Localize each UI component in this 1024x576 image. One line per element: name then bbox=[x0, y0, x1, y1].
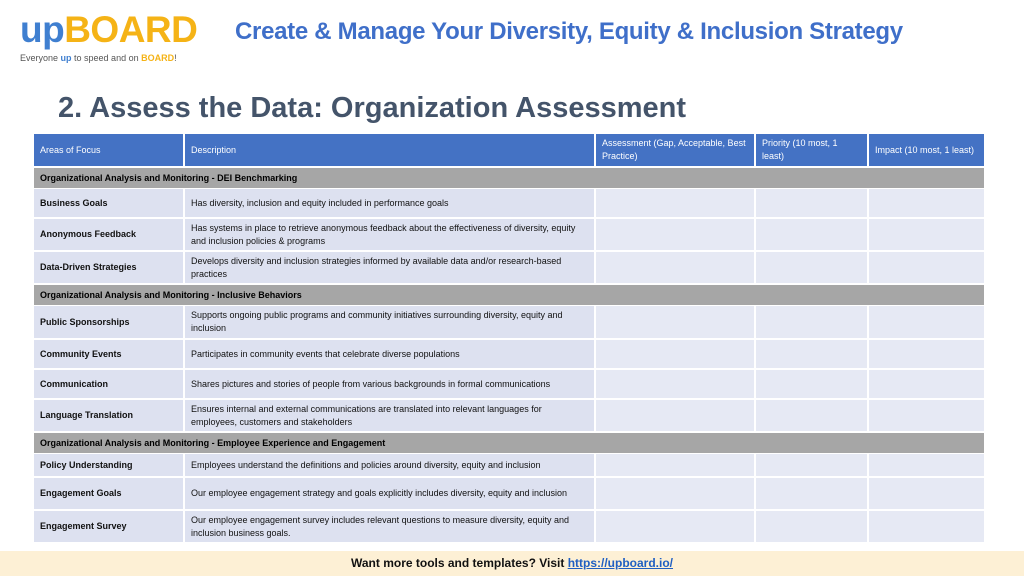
assessment-cell[interactable] bbox=[596, 252, 756, 285]
impact-cell[interactable] bbox=[869, 400, 986, 433]
description-cell: Our employee engagement strategy and goa… bbox=[185, 478, 596, 511]
area-cell: Anonymous Feedback bbox=[34, 219, 185, 252]
table-row: Engagement Goals Our employee engagement … bbox=[34, 478, 986, 511]
impact-cell[interactable] bbox=[869, 454, 986, 478]
section-row: Organizational Analysis and Monitoring -… bbox=[34, 285, 986, 306]
table-row: Engagement Survey Our employee engagement… bbox=[34, 511, 986, 544]
area-cell: Language Translation bbox=[34, 400, 185, 433]
impact-cell[interactable] bbox=[869, 340, 986, 370]
description-cell: Ensures internal and external communicat… bbox=[185, 400, 596, 433]
description-cell: Supports ongoing public programs and com… bbox=[185, 306, 596, 340]
assessment-cell[interactable] bbox=[596, 340, 756, 370]
table-row: Data-Driven Strategies Develops diversity… bbox=[34, 252, 986, 285]
description-cell: Has systems in place to retrieve anonymo… bbox=[185, 219, 596, 252]
area-cell: Community Events bbox=[34, 340, 185, 370]
upboard-logo: upBOARD Everyone up to speed and on BOAR… bbox=[20, 9, 198, 64]
logo-up: up bbox=[20, 9, 65, 50]
assessment-cell[interactable] bbox=[596, 478, 756, 511]
assessment-cell[interactable] bbox=[596, 189, 756, 219]
area-cell: Engagement Survey bbox=[34, 511, 185, 544]
section-row: Organizational Analysis and Monitoring -… bbox=[34, 433, 986, 454]
column-header: Assessment (Gap, Acceptable, Best Practi… bbox=[596, 134, 756, 168]
priority-cell[interactable] bbox=[756, 478, 869, 511]
priority-cell[interactable] bbox=[756, 340, 869, 370]
area-cell: Policy Understanding bbox=[34, 454, 185, 478]
impact-cell[interactable] bbox=[869, 252, 986, 285]
table-row: Public Sponsorships Supports ongoing publ… bbox=[34, 306, 986, 340]
assessment-cell[interactable] bbox=[596, 370, 756, 400]
table-row: Communication Shares pictures and stories… bbox=[34, 370, 986, 400]
priority-cell[interactable] bbox=[756, 454, 869, 478]
assessment-cell[interactable] bbox=[596, 306, 756, 340]
impact-cell[interactable] bbox=[869, 189, 986, 219]
assessment-cell[interactable] bbox=[596, 400, 756, 433]
page-title: 2. Assess the Data: Organization Assessm… bbox=[58, 92, 687, 124]
priority-cell[interactable] bbox=[756, 219, 869, 252]
description-cell: Participates in community events that ce… bbox=[185, 340, 596, 370]
impact-cell[interactable] bbox=[869, 511, 986, 544]
footer-text: Want more tools and templates? Visit bbox=[350, 556, 568, 570]
impact-cell[interactable] bbox=[869, 306, 986, 340]
priority-cell[interactable] bbox=[756, 252, 869, 285]
description-cell: Employees understand the definitions and… bbox=[185, 454, 596, 478]
section-title: Organizational Analysis and Monitoring -… bbox=[34, 433, 986, 454]
assessment-cell[interactable] bbox=[596, 219, 756, 252]
table-row: Business Goals Has diversity, inclusion a… bbox=[34, 189, 986, 219]
logo-tagline: Everyone up to speed and on BOARD! bbox=[20, 53, 177, 63]
impact-cell[interactable] bbox=[869, 370, 986, 400]
description-cell: Develops diversity and inclusion strateg… bbox=[185, 252, 596, 285]
priority-cell[interactable] bbox=[756, 400, 869, 433]
column-header: Description bbox=[185, 134, 596, 168]
table-row: Policy Understanding Employees understand… bbox=[34, 454, 986, 478]
description-cell: Our employee engagement survey includes … bbox=[185, 511, 596, 544]
footer-banner: Want more tools and templates? Visit htt… bbox=[0, 551, 1024, 576]
footer-link[interactable]: https://upboard.io/ bbox=[568, 556, 673, 570]
assessment-table: Areas of Focus Description Assessment (Gap… bbox=[34, 134, 986, 544]
priority-cell[interactable] bbox=[756, 306, 869, 340]
section-row: Organizational Analysis and Monitoring -… bbox=[34, 168, 986, 189]
column-header: Impact (10 most, 1 least) bbox=[869, 134, 986, 168]
section-title: Organizational Analysis and Monitoring -… bbox=[34, 285, 986, 306]
assessment-cell[interactable] bbox=[596, 454, 756, 478]
priority-cell[interactable] bbox=[756, 189, 869, 219]
area-cell: Communication bbox=[34, 370, 185, 400]
description-cell: Has diversity, inclusion and equity incl… bbox=[185, 189, 596, 219]
table-row: Community Events Participates in communit… bbox=[34, 340, 986, 370]
column-header: Areas of Focus bbox=[34, 134, 185, 168]
impact-cell[interactable] bbox=[869, 219, 986, 252]
column-header: Priority (10 most, 1 least) bbox=[756, 134, 869, 168]
section-title: Organizational Analysis and Monitoring -… bbox=[34, 168, 986, 189]
priority-cell[interactable] bbox=[756, 370, 869, 400]
table-header: Areas of Focus Description Assessment (Gap… bbox=[34, 134, 986, 168]
area-cell: Data-Driven Strategies bbox=[34, 252, 185, 285]
assessment-cell[interactable] bbox=[596, 511, 756, 544]
table-row: Language Translation Ensures internal and… bbox=[34, 400, 986, 433]
area-cell: Public Sponsorships bbox=[34, 306, 185, 340]
description-cell: Shares pictures and stories of people fr… bbox=[185, 370, 596, 400]
logo-board: BOARD bbox=[64, 9, 198, 50]
header-title: Create & Manage Your Diversity, Equity &… bbox=[235, 18, 903, 45]
area-cell: Engagement Goals bbox=[34, 478, 185, 511]
impact-cell[interactable] bbox=[869, 478, 986, 511]
table-row: Anonymous Feedback Has systems in place t… bbox=[34, 219, 986, 252]
area-cell: Business Goals bbox=[34, 189, 185, 219]
priority-cell[interactable] bbox=[756, 511, 869, 544]
